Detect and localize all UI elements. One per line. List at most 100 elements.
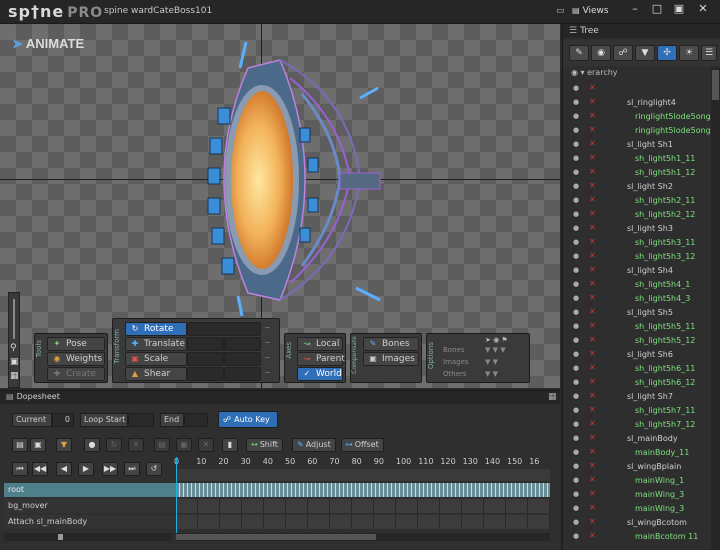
visibility-icon[interactable]: ● <box>573 462 579 470</box>
key-icon[interactable]: ✕ <box>589 195 596 204</box>
visibility-icon[interactable]: ● <box>573 112 579 120</box>
tree-row[interactable]: ● ✕ sh_light5h7_12 <box>563 418 709 432</box>
tree-row[interactable]: ● ✕ sl_light Sh4 <box>563 264 709 278</box>
tree-row[interactable]: ● ✕ sl_wingBplain <box>563 460 709 474</box>
key-icon[interactable]: ✕ <box>589 391 596 400</box>
tree-row[interactable]: ● ✕ <box>563 82 709 96</box>
adjust-button[interactable]: ✎ Adjust <box>292 438 336 452</box>
key-icon[interactable]: ✕ <box>589 307 596 316</box>
tree-row[interactable]: ● ✕ sl_light Sh3 <box>563 222 709 236</box>
filter-icon[interactable]: ▼ <box>56 438 72 452</box>
dopesheet-menu-icon[interactable]: ▦ <box>548 392 557 402</box>
weights-tool-button[interactable]: ◉ Weights <box>47 352 105 366</box>
key-icon[interactable]: ✕ <box>589 251 596 260</box>
paste-key-icon[interactable]: ▣ <box>176 438 192 452</box>
rotate-key-icon[interactable]: ⎯ <box>265 323 270 333</box>
visibility-icon[interactable]: ● <box>573 252 579 260</box>
visibility-icon[interactable]: ● <box>573 196 579 204</box>
scale-x-value[interactable] <box>187 352 224 366</box>
play-backward-icon[interactable]: ◀ <box>56 462 72 476</box>
delete-key-icon[interactable]: ✕ <box>198 438 214 452</box>
options-others-toggles[interactable]: ▼ ▼ <box>485 370 498 378</box>
translate-button[interactable]: ✚ Translate <box>125 337 187 351</box>
tree-row[interactable]: ● ✕ mainBcotom 11 <box>563 530 709 544</box>
tree-row[interactable]: ● ✕ sh_light5h2_11 <box>563 194 709 208</box>
visibility-icon[interactable]: ● <box>573 84 579 92</box>
last-frame-icon[interactable]: ⏭ <box>124 462 140 476</box>
tree-row[interactable]: ● ✕ sl_wingBcotom <box>563 516 709 530</box>
key-icon[interactable]: ✕ <box>589 503 596 512</box>
skeleton-artwork[interactable] <box>190 38 390 328</box>
tree-row[interactable]: ● ✕ sh_light5h2_12 <box>563 208 709 222</box>
copy-icon[interactable]: ▤ <box>12 438 28 452</box>
visibility-icon[interactable]: ● <box>573 182 579 190</box>
first-frame-icon[interactable]: ⏮ <box>12 462 28 476</box>
timeline-scrub-bar[interactable] <box>176 469 550 481</box>
maximize-button[interactable]: ▣ <box>670 2 688 16</box>
tree-row[interactable]: ● ✕ sl_light Sh1 <box>563 138 709 152</box>
lock-icon[interactable]: ● <box>84 438 100 452</box>
window-icon[interactable]: ▭ <box>556 6 565 16</box>
visibility-icon[interactable]: ● <box>573 504 579 512</box>
key-icon[interactable]: ✕ <box>589 125 596 134</box>
tree-row[interactable]: ● ✕ sl_light Sh5 <box>563 306 709 320</box>
events-filter-icon[interactable]: ▼ <box>635 45 655 61</box>
zoom-track[interactable] <box>4 533 172 541</box>
key-icon[interactable]: ✕ <box>589 111 596 120</box>
track-timeline[interactable] <box>176 515 550 529</box>
key-icon[interactable]: ✕ <box>589 335 596 344</box>
shear-x-value[interactable] <box>187 367 224 381</box>
loop-start-input[interactable] <box>128 413 154 427</box>
frame-icon[interactable]: ▦ <box>10 371 19 381</box>
tree-row[interactable]: ● ✕ sh_light5h6_12 <box>563 376 709 390</box>
visibility-icon[interactable]: ● <box>573 350 579 358</box>
visibility-icon[interactable]: ● <box>573 392 579 400</box>
key-icon[interactable]: ✕ <box>589 349 596 358</box>
visibility-icon[interactable]: ● <box>573 98 579 106</box>
visibility-icon[interactable]: ● <box>573 420 579 428</box>
visibility-icon[interactable]: ● <box>573 434 579 442</box>
visibility-icon[interactable]: ● <box>573 126 579 134</box>
tree-row[interactable]: ● ✕ sl_light Sh2 <box>563 180 709 194</box>
visibility-icon[interactable]: ● <box>573 448 579 456</box>
track-row[interactable]: root <box>4 483 550 497</box>
tree-row[interactable]: ● ✕ sh_light5h1_12 <box>563 166 709 180</box>
prev-key-icon[interactable]: ◀◀ <box>32 462 48 476</box>
key-icon[interactable]: ✕ <box>589 489 596 498</box>
constraints-filter-icon[interactable]: ☍ <box>613 45 633 61</box>
key-icon[interactable]: ✕ <box>589 181 596 190</box>
zoom-thumb[interactable] <box>58 534 63 540</box>
tree-scroll-thumb[interactable] <box>712 70 719 100</box>
tree-row[interactable]: ● ✕ sl_light Sh7 <box>563 390 709 404</box>
hierarchy-root[interactable]: ◉ ▾ erarchy <box>571 68 618 77</box>
shear-key-icon[interactable]: ⎯ <box>265 368 270 378</box>
visibility-icon[interactable]: ● <box>573 322 579 330</box>
tree-row[interactable]: ● ✕ sl_ringlight4 <box>563 96 709 110</box>
key-icon[interactable]: ✕ <box>589 279 596 288</box>
key-icon[interactable]: ✕ <box>589 475 596 484</box>
rotate-button[interactable]: ↻ Rotate <box>125 322 187 336</box>
key-icon[interactable]: ✕ <box>589 377 596 386</box>
key-icon[interactable]: ✕ <box>589 321 596 330</box>
visibility-icon[interactable]: ● <box>573 364 579 372</box>
key-icon[interactable]: ✕ <box>589 461 596 470</box>
tree-row[interactable]: ● ✕ sh_light5h4_1 <box>563 278 709 292</box>
track-timeline[interactable] <box>176 483 550 497</box>
end-input[interactable] <box>184 413 208 427</box>
visibility-icon[interactable]: ● <box>573 238 579 246</box>
translate-y-value[interactable] <box>224 337 261 351</box>
timeline-hscroll[interactable] <box>176 533 550 541</box>
track-row[interactable]: bg_mover <box>4 499 550 513</box>
tree-row[interactable]: ● ✕ sh_light5h3_12 <box>563 250 709 264</box>
skins-filter-icon[interactable]: ☀ <box>679 45 699 61</box>
scale-y-value[interactable] <box>224 352 261 366</box>
zoom-slider[interactable]: ⚲ ▣ ▦ <box>8 292 20 388</box>
tree-row[interactable]: ● ✕ sh_light5h3_11 <box>563 236 709 250</box>
tree-row[interactable]: ● ✕ sh_light5h5_12 <box>563 334 709 348</box>
world-axis-button[interactable]: ✓ World <box>297 367 343 381</box>
zoom-icon[interactable]: ⚲ <box>10 343 17 353</box>
visibility-icon[interactable]: ● <box>573 280 579 288</box>
playhead[interactable] <box>176 457 177 539</box>
close-button[interactable]: ✕ <box>694 2 712 16</box>
visibility-icon[interactable]: ● <box>573 266 579 274</box>
